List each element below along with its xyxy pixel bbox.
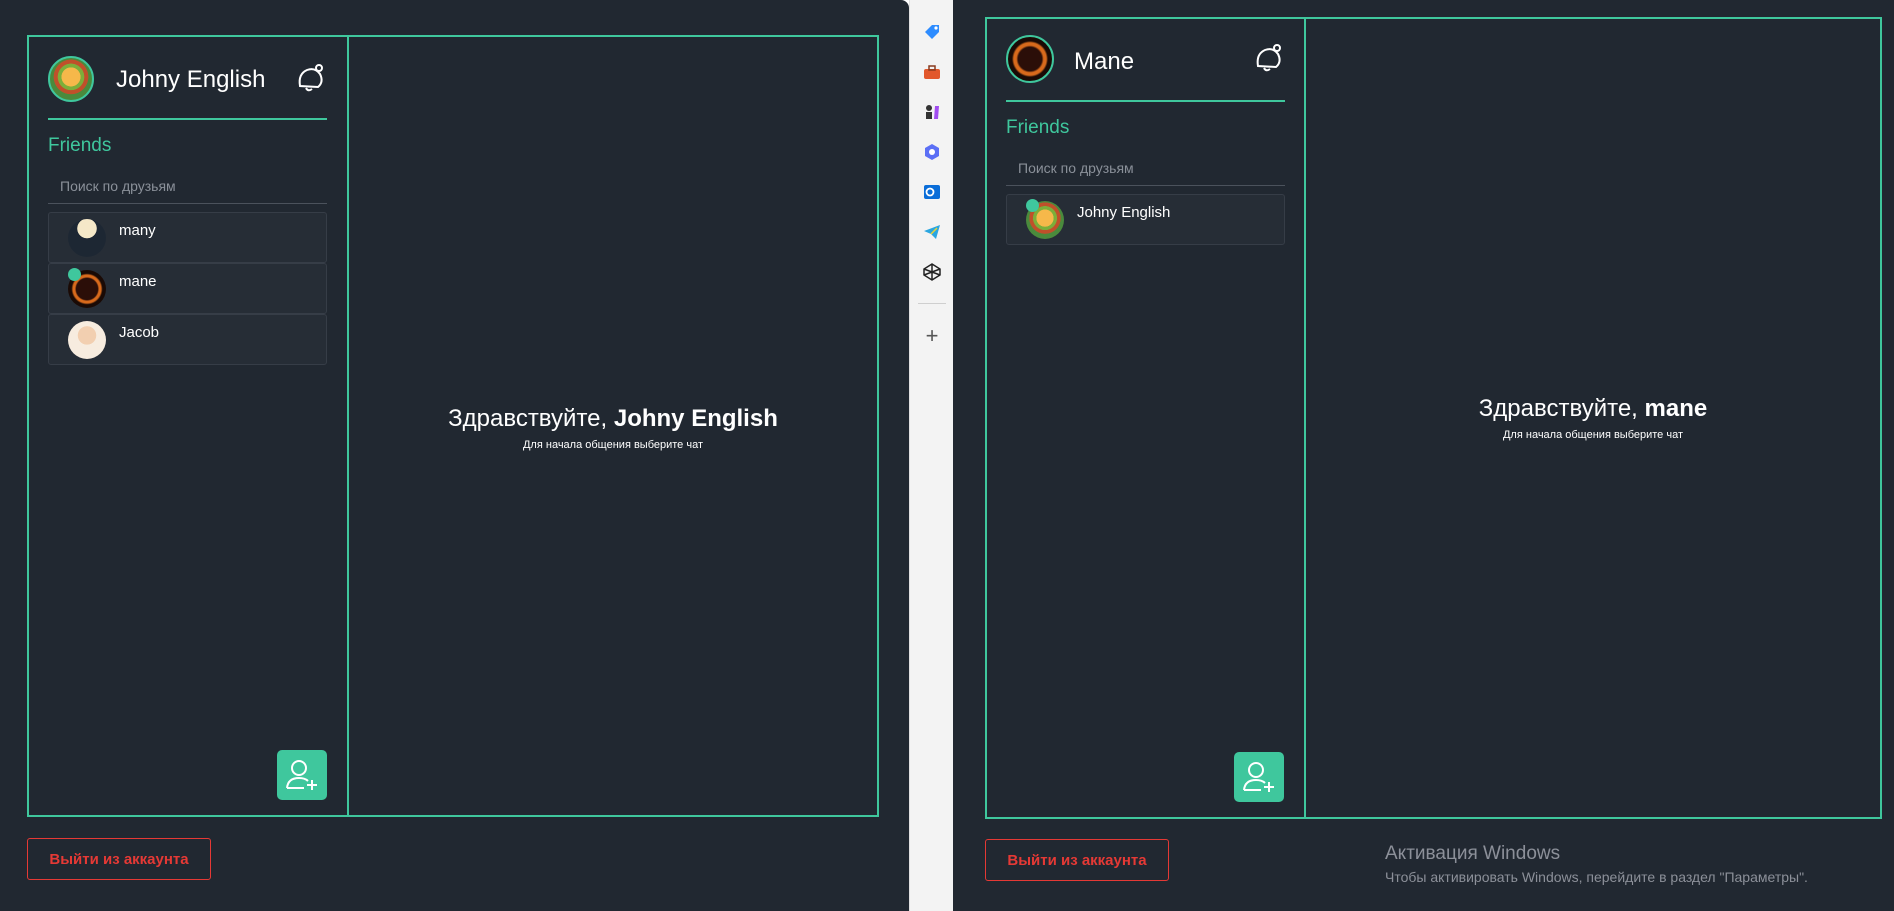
- profile-header: Johny English: [48, 37, 327, 120]
- friend-item-johny-english[interactable]: Johny English: [1006, 194, 1285, 245]
- outlook-icon[interactable]: [922, 182, 942, 202]
- friends-title: Friends: [1006, 117, 1070, 138]
- sidebar: Johny English Friends Поиск по друзьям m…: [29, 37, 349, 815]
- logout-button[interactable]: Выйти из аккаунта: [27, 838, 211, 880]
- welcome-message: Здравствуйте, mane Для начала общения вы…: [1306, 395, 1880, 441]
- friend-avatar: [68, 321, 106, 359]
- toolbox-icon[interactable]: [922, 62, 942, 82]
- add-user-icon: [286, 760, 317, 790]
- add-sidebar-app-button[interactable]: +: [910, 323, 954, 349]
- greeting-title: Здравствуйте, Johny English: [448, 405, 778, 432]
- telegram-icon[interactable]: [922, 222, 942, 242]
- friend-item-many[interactable]: many: [48, 212, 327, 263]
- friends-title: Friends: [48, 135, 112, 156]
- logout-button[interactable]: Выйти из аккаунта: [985, 839, 1169, 881]
- watermark-title: Активация Windows: [1385, 843, 1561, 864]
- browser-sidebar: +: [909, 0, 953, 911]
- user-avatar[interactable]: [48, 56, 94, 102]
- chat-app-frame: Johny English Friends Поиск по друзьям m…: [27, 35, 879, 817]
- welcome-message: Здравствуйте, Johny English Для начала о…: [349, 405, 877, 451]
- online-status-dot: [1026, 199, 1039, 212]
- greeting-subtitle: Для начала общения выберите чат: [1502, 429, 1683, 441]
- windows-activation-watermark: Активация Windows Чтобы активировать Win…: [1385, 843, 1808, 885]
- friend-search-input[interactable]: Поиск по друзьям: [1006, 150, 1285, 186]
- notification-bell-icon[interactable]: [293, 61, 327, 95]
- friend-name: Jacob: [119, 324, 160, 341]
- profile-header: Mane: [1006, 19, 1285, 102]
- greeting-title: Здравствуйте, mane: [1478, 395, 1708, 422]
- strip-divider: [918, 303, 946, 304]
- codepen-icon[interactable]: [922, 262, 942, 282]
- left-app-window: Johny English Friends Поиск по друзьям m…: [0, 0, 909, 911]
- right-app-window: Mane Friends Поиск по друзьям Johny Engl…: [953, 0, 1894, 911]
- friend-search-input[interactable]: Поиск по друзьям: [48, 168, 327, 204]
- friend-avatar: [68, 219, 106, 257]
- greeting-subtitle: Для начала общения выберите чат: [522, 439, 703, 451]
- notification-bell-icon[interactable]: [1251, 41, 1285, 75]
- user-name: Johny English: [116, 66, 266, 93]
- add-friend-button[interactable]: [277, 750, 327, 800]
- watermark-subtitle: Чтобы активировать Windows, перейдите в …: [1385, 869, 1808, 885]
- add-user-icon: [1243, 762, 1274, 792]
- chess-icon[interactable]: [922, 102, 942, 122]
- friend-name: many: [119, 222, 156, 239]
- friend-name: Johny English: [1077, 204, 1171, 221]
- user-name: Mane: [1074, 48, 1135, 75]
- tag-icon[interactable]: [922, 22, 942, 42]
- sidebar: Mane Friends Поиск по друзьям Johny Engl…: [987, 19, 1306, 817]
- friend-name: mane: [119, 273, 157, 290]
- friend-item-jacob[interactable]: Jacob: [48, 314, 327, 365]
- user-avatar[interactable]: [1006, 35, 1054, 83]
- online-status-dot: [68, 268, 81, 281]
- copilot-icon[interactable]: [922, 142, 942, 162]
- chat-app-frame: Mane Friends Поиск по друзьям Johny Engl…: [985, 17, 1882, 819]
- friend-item-mane[interactable]: mane: [48, 263, 327, 314]
- add-friend-button[interactable]: [1234, 752, 1284, 802]
